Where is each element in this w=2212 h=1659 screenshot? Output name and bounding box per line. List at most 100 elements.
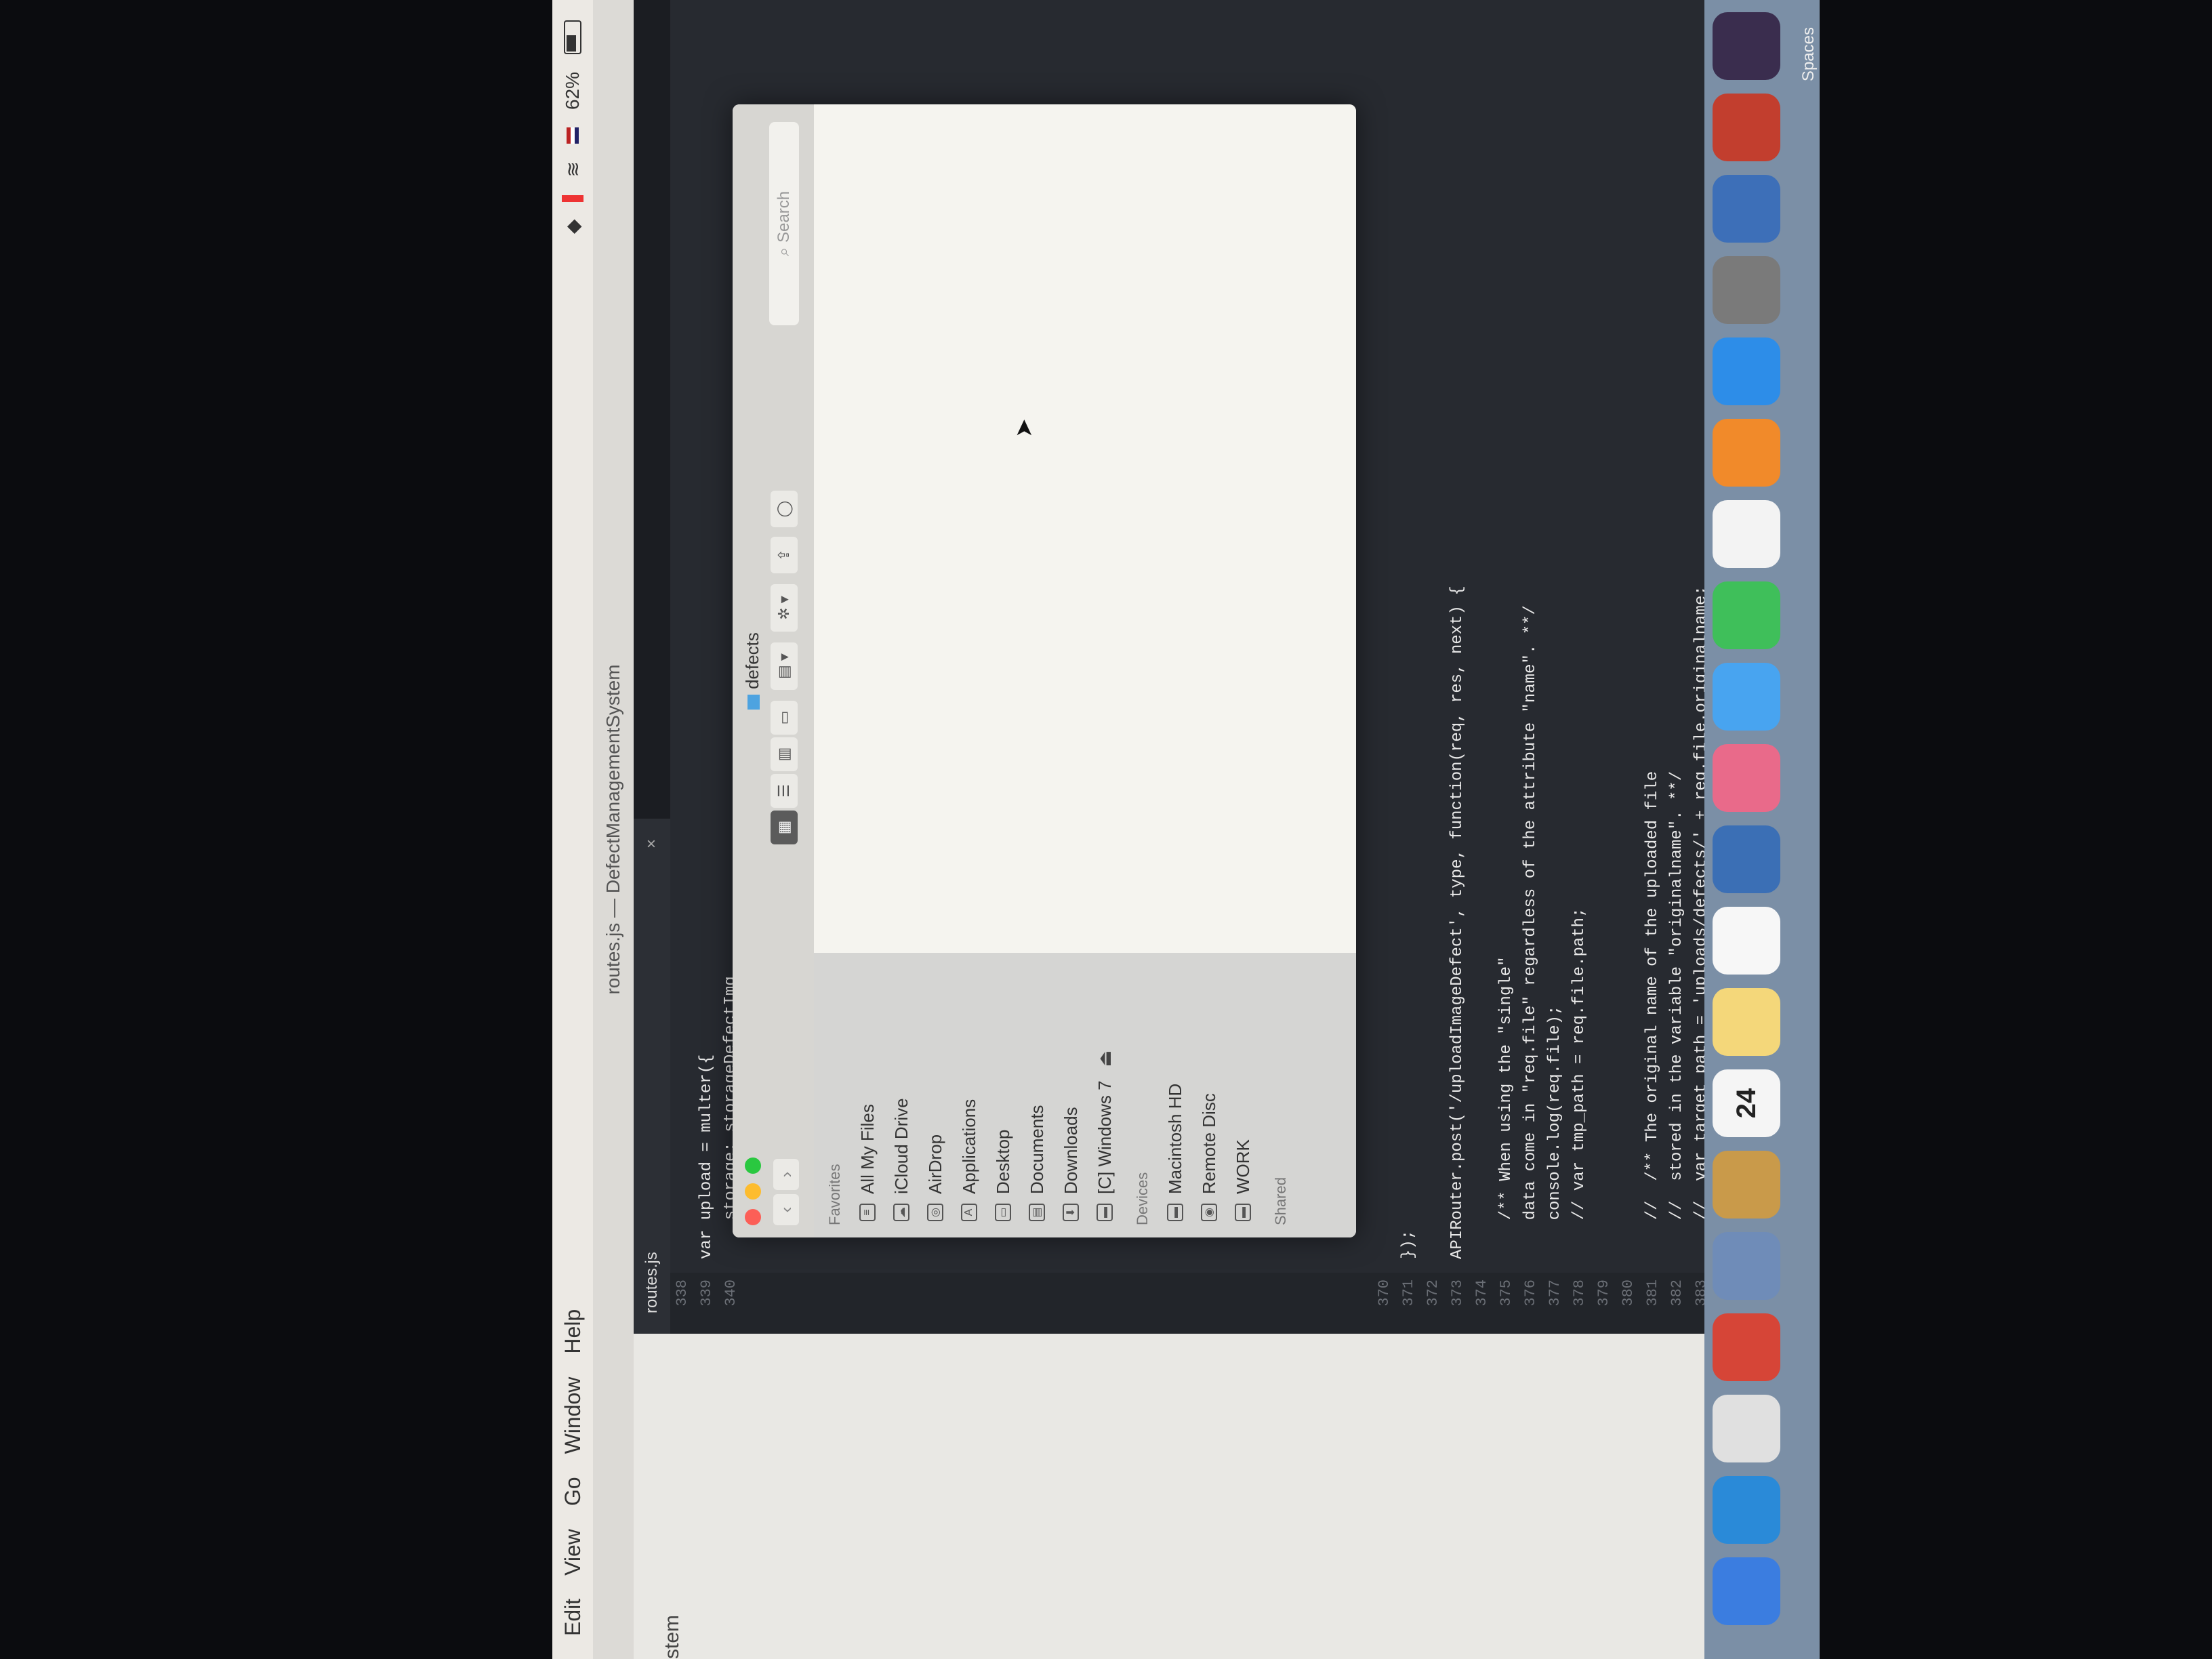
battery-icon[interactable]	[564, 20, 581, 54]
messages-icon[interactable]	[1713, 663, 1780, 731]
ibooks-icon[interactable]	[1713, 419, 1780, 487]
sidebar-item-windows-7[interactable]: ▬ [C] Windows 7 ⏏	[1088, 953, 1122, 1237]
close-icon[interactable]: ×	[642, 839, 661, 848]
github-icon[interactable]	[1713, 12, 1780, 80]
dock-icons: 24	[1713, 0, 1780, 1625]
code-line: // /** The original name of the uploaded…	[1643, 771, 1662, 1259]
spaces-label: Spaces	[1799, 27, 1818, 82]
sidebar-item-label: All My Files	[857, 1104, 878, 1194]
filezilla-icon[interactable]	[1713, 94, 1780, 161]
sidebar-item-label: WORK	[1232, 1139, 1253, 1194]
menu-go[interactable]: Go	[560, 1477, 586, 1506]
line-number: 340	[722, 1279, 739, 1307]
tab-bar: routes.js ×	[634, 0, 670, 1334]
line-number: 378	[1571, 1279, 1588, 1307]
line-number: 338	[674, 1279, 691, 1307]
menu-help[interactable]: Help	[560, 1309, 586, 1354]
sidebar-item-documents[interactable]: ▤ Documents	[1020, 953, 1054, 1237]
code-line: // var tmp_path = req.file.path;	[1570, 907, 1589, 1259]
app-store-icon[interactable]	[1713, 337, 1780, 405]
line-number: 371	[1400, 1279, 1417, 1307]
finder-title-text: defects	[742, 632, 762, 689]
reminders-icon[interactable]	[1713, 907, 1780, 975]
hard-disk-icon: ▬	[1167, 1204, 1183, 1221]
icon-view-button[interactable]: ▦	[771, 811, 798, 844]
safari-icon[interactable]	[1713, 1476, 1780, 1544]
system-preferences-icon[interactable]	[1713, 256, 1780, 324]
parallels-icon[interactable]	[1713, 175, 1780, 243]
dropbox-icon[interactable]: ◆	[562, 220, 584, 234]
menu-view[interactable]: View	[560, 1529, 586, 1576]
facetime-icon[interactable]	[1713, 581, 1780, 649]
recording-icon[interactable]	[562, 194, 583, 202]
code-editor[interactable]: routes.js × 338 339 340 var upload = mul…	[634, 0, 1820, 1334]
forward-button[interactable]: ›	[773, 1159, 799, 1190]
sidebar-item-downloads[interactable]: ⬇ Downloads	[1054, 953, 1088, 1237]
editor-window-title: routes.js — DefectManagementSystem	[602, 664, 623, 995]
sidebar-item-icloud-drive[interactable]: ☁ iCloud Drive	[884, 953, 918, 1237]
mouse-cursor-icon: ➤	[1011, 418, 1037, 438]
finder-dialog: ‹ › defects ▦ ☰ ▥ ▭ ▤ ▾ ✲ ▾ ⇪ ◯ ⌕ Search…	[733, 104, 1356, 1237]
calendar-icon[interactable]: 24	[1713, 1069, 1780, 1137]
code-line: /** When using the "single"	[1497, 956, 1515, 1259]
shared-heading: Shared	[1272, 1177, 1289, 1225]
devices-heading: Devices	[1134, 1172, 1151, 1225]
all-files-icon: ≡	[859, 1204, 876, 1221]
keynote-icon[interactable]	[1713, 825, 1780, 893]
applications-icon: A	[961, 1204, 977, 1221]
preview-icon[interactable]	[1713, 1232, 1780, 1300]
screen: Edit View Go Window Help ◆ ≋ 62% routes.…	[552, 0, 1820, 1659]
line-number: 377	[1547, 1279, 1563, 1307]
wifi-icon[interactable]: ≋	[562, 161, 584, 177]
menu-edit[interactable]: Edit	[560, 1599, 586, 1636]
line-number: 370	[1376, 1279, 1393, 1307]
code-line: data come in "req.file" regardless of th…	[1521, 605, 1540, 1259]
drive-icon: ▬	[1097, 1204, 1113, 1221]
sidebar-item-label: Desktop	[992, 1129, 1013, 1194]
input-source-flag-icon[interactable]	[567, 127, 579, 144]
sidebar-item-all-my-files[interactable]: ≡ All My Files	[851, 953, 884, 1237]
drive-icon: ▬	[1235, 1204, 1251, 1221]
sidebar-item-applications[interactable]: A Applications	[952, 953, 986, 1237]
sidebar-item-remote-disc[interactable]: ◉ Remote Disc	[1192, 953, 1226, 1237]
notes-icon[interactable]	[1713, 1151, 1780, 1218]
line-number: 380	[1620, 1279, 1637, 1307]
tag-icon[interactable]: ◯	[771, 491, 798, 527]
chrome-icon[interactable]	[1713, 1313, 1780, 1381]
arrange-button[interactable]: ▤ ▾	[771, 642, 798, 690]
sidebar-item-desktop[interactable]: ▭ Desktop	[986, 953, 1020, 1237]
sidebar-item-airdrop[interactable]: ◎ AirDrop	[918, 953, 952, 1237]
line-number: 381	[1644, 1279, 1661, 1307]
search-input[interactable]: ⌕ Search	[769, 122, 799, 325]
tab-routes-js[interactable]: routes.js ×	[634, 819, 670, 1334]
sidebar-item-label: Applications	[958, 1099, 979, 1194]
stickies-icon[interactable]	[1713, 988, 1780, 1056]
finder-file-area[interactable]: ➤	[814, 104, 1356, 953]
menu-window[interactable]: Window	[560, 1377, 586, 1454]
finder-icon[interactable]	[1713, 1557, 1780, 1625]
sidebar-item-macintosh-hd[interactable]: ▬ Macintosh HD	[1158, 953, 1192, 1237]
line-number: 374	[1473, 1279, 1490, 1307]
battery-percent: 62%	[562, 72, 583, 110]
eject-icon[interactable]: ⏏	[1094, 1050, 1115, 1067]
gear-icon[interactable]: ✲ ▾	[771, 584, 798, 632]
cover-flow-button[interactable]: ▭	[771, 701, 798, 735]
share-icon[interactable]: ⇪	[771, 537, 798, 573]
sidebar-item-work[interactable]: ▬ WORK	[1226, 953, 1260, 1237]
downloads-icon: ⬇	[1063, 1204, 1079, 1221]
photos-icon[interactable]	[1713, 744, 1780, 812]
code-line: APIRouter.post('/uploadImageDefect', typ…	[1448, 586, 1467, 1259]
code-line: console.log(req.file);	[1546, 1005, 1564, 1259]
sidebar-item-label: Remote Disc	[1198, 1093, 1219, 1194]
back-button[interactable]: ‹	[773, 1194, 799, 1225]
list-view-button[interactable]: ☰	[771, 774, 798, 808]
line-number: 379	[1595, 1279, 1612, 1307]
itunes-icon[interactable]	[1713, 500, 1780, 568]
documents-icon: ▤	[1029, 1204, 1045, 1221]
column-view-button[interactable]: ▥	[771, 737, 798, 771]
launchpad-icon[interactable]	[1713, 1395, 1780, 1462]
